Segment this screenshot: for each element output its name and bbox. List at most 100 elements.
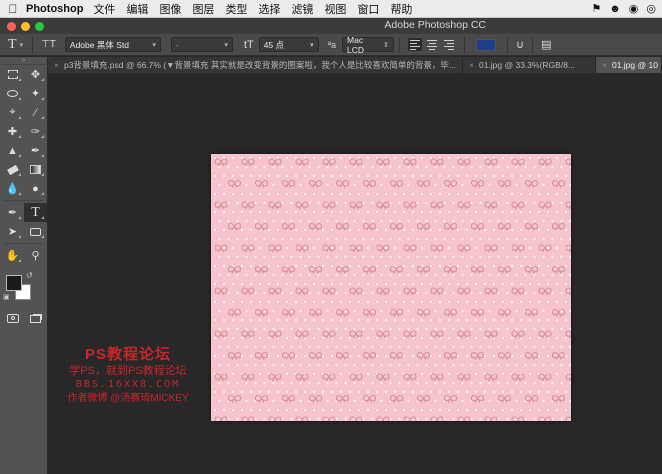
zoom-tool-icon[interactable]: ⚲ — [24, 246, 47, 265]
type-tool-icon[interactable]: T — [24, 203, 47, 222]
menu-view[interactable]: 视图 — [324, 1, 346, 17]
quick-mask-icon[interactable] — [1, 309, 24, 328]
pattern-dot — [393, 318, 397, 322]
pattern-dot — [497, 219, 500, 223]
magic-wand-icon[interactable]: ✦ — [24, 84, 47, 103]
clone-stamp-icon[interactable]: ▲ — [1, 141, 24, 160]
weibo-icon[interactable]: ◎ — [646, 2, 656, 15]
pattern-dot — [398, 363, 401, 367]
pattern-dot — [497, 327, 500, 331]
document-canvas[interactable] — [211, 154, 571, 421]
pattern-dot — [434, 399, 437, 403]
pattern-dot — [452, 219, 455, 223]
menu-help[interactable]: 帮助 — [390, 1, 412, 17]
pattern-dot — [231, 156, 235, 160]
menu-layer[interactable]: 图层 — [192, 1, 214, 17]
menu-window[interactable]: 窗口 — [357, 1, 379, 17]
menu-filter[interactable]: 滤镜 — [291, 1, 313, 17]
document-tab[interactable]: × 01.jpg @ 33.3%(RGB/8... — [463, 57, 596, 73]
dodge-tool-icon[interactable]: ● — [24, 179, 47, 198]
wechat-icon[interactable]: ◉ — [629, 2, 639, 15]
gradient-tool-icon[interactable] — [24, 160, 47, 179]
history-brush-icon[interactable]: ✒ — [24, 141, 47, 160]
pattern-dot — [483, 300, 487, 304]
pattern-dot — [447, 390, 451, 394]
text-orientation-icon[interactable]: ⊤T — [38, 39, 59, 50]
blur-tool-icon[interactable]: 💧 — [1, 179, 24, 198]
hand-tool-icon[interactable]: ✋ — [1, 246, 24, 265]
document-tab-active[interactable]: × 01.jpg @ 10 — [596, 57, 662, 73]
crop-tool-icon[interactable]: ⌖ — [1, 103, 24, 122]
canvas-workspace[interactable] — [48, 73, 662, 474]
menu-select[interactable]: 选择 — [258, 1, 280, 17]
apple-icon[interactable]:  — [0, 2, 26, 16]
menu-type[interactable]: 类型 — [225, 1, 247, 17]
pattern-dot — [294, 174, 298, 178]
flag-icon[interactable]: ⚑ — [591, 2, 601, 15]
pattern-dot — [560, 381, 563, 385]
menu-image[interactable]: 图像 — [159, 1, 181, 17]
shape-tool-icon[interactable] — [24, 222, 47, 241]
pattern-dot — [357, 246, 361, 250]
pattern-dot — [497, 237, 500, 241]
pattern-dot — [249, 282, 253, 286]
bow-icon — [457, 416, 471, 421]
pattern-dot — [330, 192, 334, 196]
warp-text-icon[interactable]: ∪ — [513, 38, 527, 51]
pattern-dot — [362, 201, 365, 205]
move-tool-icon[interactable]: ✥ — [24, 65, 47, 84]
pattern-dot — [375, 228, 379, 232]
pattern-dot — [510, 318, 514, 322]
eyedropper-icon[interactable]: ⁄ — [24, 103, 47, 122]
pattern-dot — [254, 291, 257, 295]
pattern-dot — [434, 219, 437, 223]
menu-edit[interactable]: 编辑 — [126, 1, 148, 17]
default-colors-icon[interactable]: ▣ — [3, 293, 10, 301]
align-right-icon[interactable] — [442, 38, 456, 51]
pattern-dot — [407, 219, 410, 223]
document-tab[interactable]: × p3背景填充.psd @ 66.7% (▼背景填充 其实就是改变背景的图案啦… — [48, 57, 463, 73]
pattern-dot — [236, 165, 239, 169]
app-menu-photoshop[interactable]: Photoshop — [26, 3, 83, 15]
font-size-select[interactable]: 45 点 ▾ — [258, 37, 319, 52]
screen-mode-icon[interactable] — [24, 309, 47, 328]
pen-tool-icon[interactable]: ✒ — [1, 203, 24, 222]
pattern-dot — [510, 336, 514, 340]
character-panel-icon[interactable]: ▤ — [538, 38, 554, 51]
separator — [399, 36, 401, 53]
brush-tool-icon[interactable]: ✑ — [24, 122, 47, 141]
lasso-tool-icon[interactable] — [1, 84, 24, 103]
pattern-dot — [276, 264, 280, 268]
healing-brush-icon[interactable]: ✚ — [1, 122, 24, 141]
panel-collapse-icon[interactable]: » — [2, 57, 45, 65]
swap-colors-icon[interactable]: ↺ — [26, 271, 33, 280]
font-family-select[interactable]: Adobe 黑体 Std ▾ — [64, 37, 161, 52]
align-center-icon[interactable] — [425, 38, 439, 51]
pattern-dot — [344, 345, 347, 349]
align-left-icon[interactable] — [408, 38, 423, 51]
foreground-color-swatch[interactable] — [6, 275, 22, 291]
text-color-swatch[interactable] — [476, 38, 497, 51]
menu-file[interactable]: 文件 — [93, 1, 115, 17]
eraser-tool-icon[interactable] — [1, 160, 24, 179]
pattern-dot — [474, 174, 478, 178]
pattern-dot — [290, 219, 293, 223]
pattern-dot — [267, 228, 271, 232]
path-select-icon[interactable]: ➤ — [1, 222, 24, 241]
close-icon[interactable]: × — [54, 60, 59, 70]
close-icon[interactable]: × — [602, 60, 607, 70]
penguin-icon[interactable]: ☻ — [609, 3, 621, 15]
pattern-dot — [411, 300, 415, 304]
pattern-dot — [245, 219, 248, 223]
pattern-dot — [555, 174, 559, 178]
marquee-tool-icon[interactable] — [1, 65, 24, 84]
preset-caret-icon[interactable]: ▾ — [20, 41, 24, 49]
pattern-dot — [425, 237, 428, 241]
pattern-dot — [389, 381, 392, 385]
close-icon[interactable]: × — [469, 60, 474, 70]
watermark-slogan: 学PS，就到PS教程论坛 — [69, 365, 187, 377]
pattern-dot — [465, 228, 469, 232]
type-tool-preset-icon[interactable]: T — [0, 37, 20, 53]
anti-alias-select[interactable]: Mac LCD ⇕ — [342, 35, 395, 55]
font-style-select[interactable]: - ▾ — [170, 37, 233, 52]
